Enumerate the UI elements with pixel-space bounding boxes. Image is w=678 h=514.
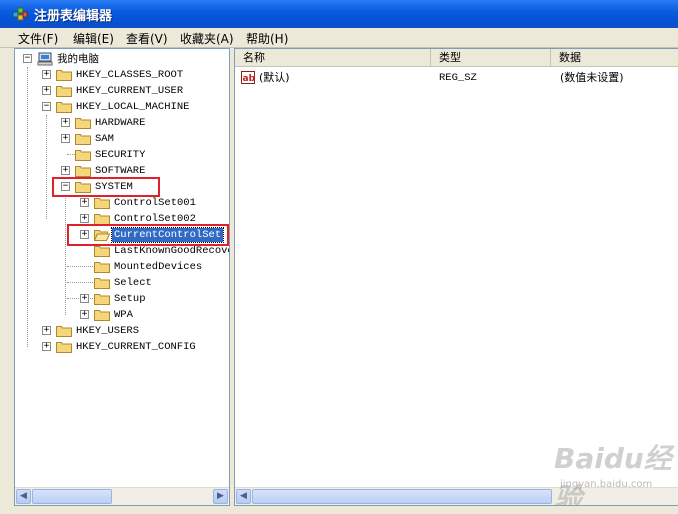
value-name: (默认) — [259, 71, 290, 84]
menu-bar: 文件(F) 编辑(E) 查看(V) 收藏夹(A) 帮助(H) — [0, 28, 678, 48]
folder-icon — [94, 262, 110, 273]
folder-icon — [56, 342, 72, 353]
tree-node[interactable]: + HKEY_CURRENT_CONFIG — [15, 339, 229, 355]
expand-toggle[interactable]: + — [42, 325, 51, 335]
scroll-right-arrow-icon[interactable]: ▶ — [213, 489, 228, 504]
folder-icon — [94, 278, 110, 289]
column-header-data[interactable]: 数据 — [551, 49, 678, 67]
folder-icon — [94, 294, 110, 305]
folder-icon — [56, 86, 72, 97]
folder-icon — [75, 118, 91, 129]
folder-icon — [75, 134, 91, 145]
tree-node[interactable]: + Setup — [15, 291, 229, 307]
expand-toggle[interactable]: + — [42, 85, 51, 95]
tree-node-label: WPA — [114, 309, 133, 321]
value-row[interactable]: ab (默认) REG_SZ (数值未设置) — [235, 70, 675, 86]
expand-toggle[interactable]: + — [61, 117, 70, 127]
tree-node-label: Select — [114, 277, 152, 289]
column-header-name[interactable]: 名称 — [235, 49, 431, 67]
scroll-thumb[interactable] — [32, 489, 112, 504]
tree-node[interactable]: SECURITY — [15, 147, 229, 163]
folder-icon — [94, 310, 110, 321]
folder-icon — [56, 70, 72, 81]
baidu-watermark: Baidu经验 jingyan.baidu.com — [546, 433, 678, 505]
watermark-brand: Baidu经验 — [554, 442, 672, 506]
folder-icon — [75, 166, 91, 177]
tree-node[interactable]: + HKEY_USERS — [15, 323, 229, 339]
regedit-icon — [12, 7, 28, 21]
menu-view[interactable]: 查看(V) — [126, 30, 168, 47]
scroll-left-arrow-icon[interactable]: ◀ — [16, 489, 31, 504]
value-data: (数值未设置) — [560, 71, 624, 84]
title-bar[interactable]: 注册表编辑器 — [0, 0, 678, 28]
tree-node-label: MountedDevices — [114, 261, 203, 273]
tree-node[interactable]: Select — [15, 275, 229, 291]
expand-toggle[interactable]: + — [61, 133, 70, 143]
tree-node[interactable]: + SAM — [15, 131, 229, 147]
menu-file[interactable]: 文件(F) — [18, 30, 58, 47]
window-title: 注册表编辑器 — [34, 9, 113, 24]
tree-node-label: HKEY_CURRENT_USER — [76, 85, 184, 97]
tree-node[interactable]: MountedDevices — [15, 259, 229, 275]
expand-toggle[interactable]: + — [42, 341, 51, 351]
tree-node-label: 我的电脑 — [57, 53, 99, 65]
registry-tree[interactable]: − 我的电脑 + HKEY_CLASSES_ROOT + HKEY_CURREN… — [14, 48, 230, 506]
tree-node-label: HKEY_CURRENT_CONFIG — [76, 341, 196, 353]
menu-favorites[interactable]: 收藏夹(A) — [180, 30, 234, 47]
string-value-icon: ab — [241, 71, 255, 84]
column-header-type[interactable]: 类型 — [431, 49, 551, 67]
registry-values-list[interactable]: 名称 类型 数据 ab (默认) REG_SZ (数值未设置) ◀ Baidu经… — [234, 48, 678, 506]
tree-horizontal-scrollbar[interactable]: ◀ ▶ — [15, 487, 229, 505]
svg-text:ab: ab — [243, 74, 256, 84]
tree-node[interactable]: + WPA — [15, 307, 229, 323]
scroll-left-arrow-icon[interactable]: ◀ — [236, 489, 251, 504]
menu-edit[interactable]: 编辑(E) — [73, 30, 114, 47]
tree-node-label: SAM — [95, 133, 114, 145]
tree-node-label: ControlSet001 — [114, 197, 196, 209]
tree-node-label: SECURITY — [95, 149, 146, 161]
tree-node-label: SOFTWARE — [95, 165, 146, 177]
tree-node-label: HARDWARE — [95, 117, 146, 129]
scroll-thumb[interactable] — [252, 489, 552, 504]
expand-toggle[interactable]: + — [61, 165, 70, 175]
tree-node[interactable]: + HKEY_CURRENT_USER — [15, 83, 229, 99]
folder-icon — [94, 198, 110, 209]
folder-icon — [56, 102, 72, 113]
tree-node[interactable]: − HKEY_LOCAL_MACHINE — [15, 99, 229, 115]
tree-node-label: Setup — [114, 293, 146, 305]
value-type: REG_SZ — [439, 72, 477, 84]
tree-node-my-computer[interactable]: − 我的电脑 — [15, 51, 229, 67]
tree-node-label: HKEY_CLASSES_ROOT — [76, 69, 184, 81]
expand-toggle[interactable]: + — [80, 213, 89, 223]
highlight-box-currentcontrolset — [67, 224, 229, 246]
folder-icon — [56, 326, 72, 337]
expand-toggle[interactable]: + — [80, 309, 89, 319]
tree-node[interactable]: + HARDWARE — [15, 115, 229, 131]
folder-icon — [75, 150, 91, 161]
menu-help[interactable]: 帮助(H) — [246, 30, 288, 47]
expand-toggle[interactable]: + — [42, 69, 51, 79]
tree-node-label: LastKnownGoodRecove — [114, 245, 230, 257]
highlight-box-system — [52, 177, 160, 197]
tree-node[interactable]: + ControlSet001 — [15, 195, 229, 211]
watermark-site: jingyan.baidu.com — [560, 479, 653, 490]
collapse-toggle[interactable]: − — [42, 101, 51, 111]
folder-icon — [94, 246, 110, 257]
collapse-toggle[interactable]: − — [23, 53, 32, 63]
tree-node-label: HKEY_USERS — [76, 325, 140, 337]
computer-icon — [37, 52, 53, 66]
tree-node[interactable]: + HKEY_CLASSES_ROOT — [15, 67, 229, 83]
status-bar — [0, 506, 678, 514]
expand-toggle[interactable]: + — [80, 197, 89, 207]
expand-toggle[interactable]: + — [80, 293, 89, 303]
tree-node-label: HKEY_LOCAL_MACHINE — [76, 101, 190, 113]
